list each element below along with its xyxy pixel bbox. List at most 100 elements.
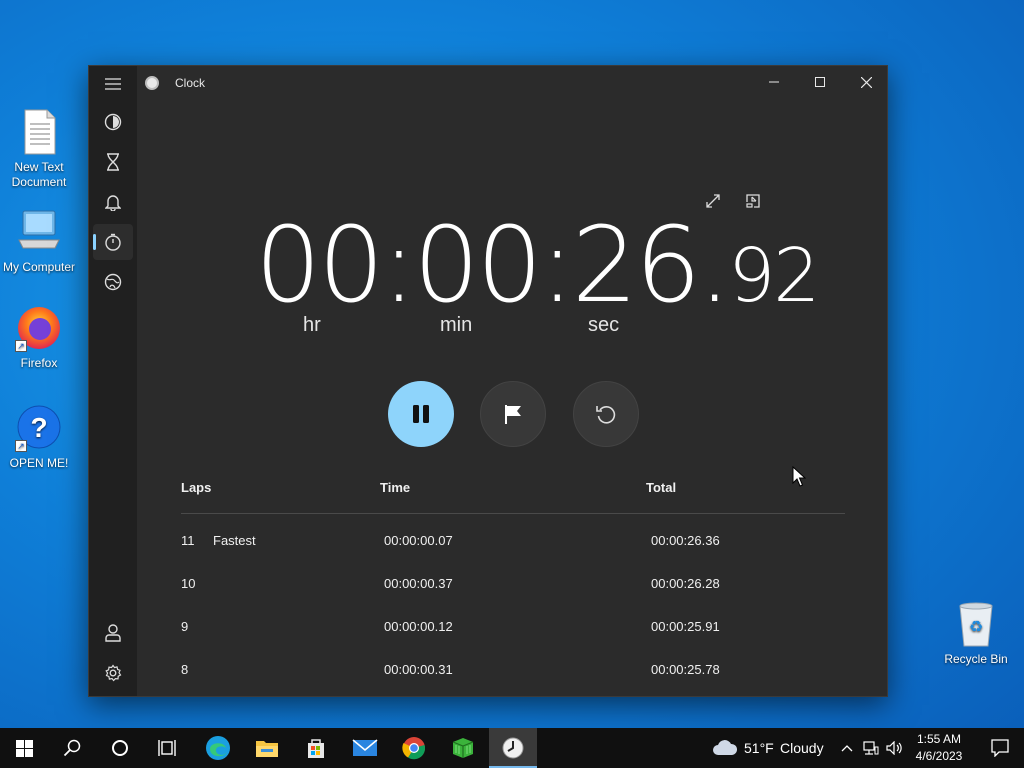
taskbar-chrome[interactable] (390, 728, 438, 768)
lap-total: 00:00:25.91 (651, 619, 720, 634)
mouse-cursor-icon (792, 466, 806, 487)
start-button[interactable] (0, 728, 48, 768)
pause-icon (413, 405, 429, 423)
chrome-icon (402, 737, 426, 760)
laps-divider (181, 513, 845, 514)
clock-app-logo-icon (145, 76, 159, 90)
desktop-icon-firefox[interactable]: ↗ Firefox (0, 304, 78, 371)
weather-temp: 51°F (744, 740, 774, 756)
text-document-icon (15, 108, 63, 156)
minutes-value: 00 (413, 204, 542, 326)
windows-logo-icon (15, 739, 33, 757)
taskbar-mail[interactable] (341, 728, 389, 768)
close-icon (860, 76, 872, 88)
flag-icon (505, 405, 521, 424)
lap-number: 9 (181, 619, 189, 634)
recycle-bin-icon: ♻ (952, 600, 1000, 648)
hundredths-value: 92 (728, 233, 820, 319)
laps-header-total: Total (646, 480, 677, 495)
store-icon (308, 739, 324, 758)
folder-icon (256, 741, 278, 757)
taskbar-edge[interactable] (194, 728, 242, 768)
lap-tag: Fastest (213, 533, 256, 548)
person-icon (105, 624, 121, 642)
nav-item-stopwatch[interactable] (93, 224, 133, 260)
taskbar-clock-area[interactable]: 1:55 AM 4/6/2023 (908, 731, 970, 765)
stopwatch-icon (105, 233, 121, 251)
task-view-button[interactable] (144, 728, 192, 768)
nav-item-alarm[interactable] (93, 184, 133, 220)
taskbar-date: 4/6/2023 (915, 749, 963, 763)
lap-time: 00:00:00.07 (384, 533, 453, 548)
desktop-icon-label: Recycle Bin (944, 652, 1008, 666)
nav-item-account[interactable] (93, 615, 133, 651)
mail-icon (352, 739, 378, 756)
unit-label-sec: sec (588, 314, 620, 336)
computer-icon (15, 208, 63, 256)
nav-item-timer[interactable] (93, 144, 133, 180)
edge-icon (206, 736, 230, 760)
svg-text:?: ? (30, 412, 47, 443)
notification-icon (991, 739, 1009, 757)
speaker-icon (886, 741, 902, 755)
taskbar-minecraft[interactable] (439, 728, 487, 768)
desktop-icon-recycle-bin[interactable]: ♻ Recycle Bin (938, 600, 1014, 667)
lap-button[interactable] (480, 381, 546, 447)
search-icon (63, 739, 81, 757)
lap-number: 11 (181, 533, 195, 548)
weather-widget[interactable]: 51°F Cloudy (712, 728, 828, 768)
taskbar: 51°F Cloudy 1:55 AM 4/6/2023 (0, 728, 1024, 768)
lap-total: 00:00:26.36 (651, 533, 720, 548)
desktop-icon-label: OPEN ME! (9, 456, 69, 470)
minimize-button[interactable] (751, 66, 797, 98)
show-hidden-icons-button[interactable] (836, 728, 858, 768)
lap-number: 8 (181, 662, 189, 677)
nav-item-settings[interactable] (93, 655, 133, 691)
clock-app-icon (502, 737, 524, 759)
shortcut-arrow-icon: ↗ (15, 440, 27, 452)
action-center-button[interactable] (976, 728, 1024, 768)
minecraft-icon (452, 738, 474, 758)
desktop-icon-my-computer[interactable]: My Computer (0, 208, 78, 275)
hours-value: 00 (255, 204, 384, 326)
stopwatch-time-display: 00:00:26.92 (255, 204, 820, 326)
maximize-icon (815, 77, 825, 87)
decimal-point: . (698, 204, 731, 326)
nav-item-focus-sessions[interactable] (93, 104, 133, 140)
desktop-icon-label: Firefox (20, 356, 58, 370)
nav-item-world-clock[interactable] (93, 264, 133, 300)
maximize-button[interactable] (797, 66, 843, 98)
unit-label-hr: hr (303, 314, 321, 336)
cloud-icon (713, 740, 738, 755)
network-button[interactable] (860, 728, 882, 768)
cortana-button[interactable] (96, 728, 144, 768)
globe-icon (104, 273, 122, 291)
desktop-icon-label: My Computer (2, 260, 76, 274)
laps-header-time: Time (380, 480, 411, 495)
window-title: Clock (175, 76, 206, 90)
hamburger-icon (105, 78, 121, 90)
help-question-icon: ? ↗ (15, 404, 63, 452)
taskbar-clock[interactable] (489, 728, 537, 768)
close-button[interactable] (843, 66, 889, 98)
lap-total: 00:00:26.28 (651, 576, 720, 591)
cortana-icon (112, 740, 128, 756)
shortcut-arrow-icon: ↗ (15, 340, 27, 352)
reset-button[interactable] (573, 381, 639, 447)
lap-time: 00:00:00.12 (384, 619, 453, 634)
taskbar-store[interactable] (292, 728, 340, 768)
desktop-icon-label: Document (11, 175, 67, 189)
search-button[interactable] (48, 728, 96, 768)
hamburger-menu-button[interactable] (93, 66, 133, 102)
minimize-icon (769, 81, 779, 83)
desktop-icon-open-me[interactable]: ? ↗ OPEN ME! (0, 404, 78, 471)
separator: : (381, 204, 416, 326)
desktop-icon-new-text-document[interactable]: New Text Document (0, 108, 78, 190)
volume-button[interactable] (884, 728, 906, 768)
desktop-icon-label: New Text (14, 160, 64, 174)
weather-condition: Cloudy (780, 740, 824, 756)
pause-button[interactable] (388, 381, 454, 447)
taskbar-file-explorer[interactable] (243, 728, 291, 768)
gear-icon (105, 664, 122, 682)
reset-icon (596, 406, 616, 424)
